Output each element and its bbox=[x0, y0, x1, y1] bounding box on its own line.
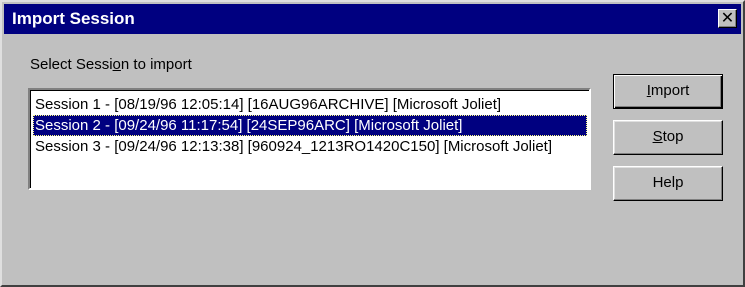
select-session-label-end: n to import bbox=[120, 56, 192, 73]
import-button-label: mport bbox=[650, 82, 690, 99]
session-listbox[interactable]: Session 1 - [08/19/96 12:05:14] [16AUG96… bbox=[28, 88, 591, 190]
import-session-dialog: Import Session ✕ Select Session to impor… bbox=[0, 0, 745, 287]
help-button-label: Help bbox=[652, 174, 684, 191]
session-list: Session 1 - [08/19/96 12:05:14] [16AUG96… bbox=[33, 94, 587, 157]
import-button[interactable]: Import bbox=[613, 74, 723, 109]
dialog-title: Import Session bbox=[12, 9, 135, 28]
close-button[interactable]: ✕ bbox=[718, 9, 737, 28]
title-bar[interactable]: Import Session ✕ bbox=[4, 4, 741, 34]
stop-button-label: top bbox=[662, 128, 684, 145]
select-session-label-start: Select Sessi bbox=[30, 56, 113, 73]
help-button[interactable]: Help bbox=[613, 166, 723, 201]
session-item-1[interactable]: Session 1 - [08/19/96 12:05:14] [16AUG96… bbox=[33, 94, 587, 115]
select-session-label: Select Session to import bbox=[30, 56, 192, 73]
select-session-label-mnemonic: o bbox=[112, 56, 121, 73]
session-item-3[interactable]: Session 3 - [09/24/96 12:13:38] [960924_… bbox=[33, 136, 587, 157]
session-item-2[interactable]: Session 2 - [09/24/96 11:17:54] [24SEP96… bbox=[33, 115, 587, 136]
stop-button-mnemonic: S bbox=[652, 128, 663, 145]
close-icon: ✕ bbox=[720, 8, 735, 27]
stop-button[interactable]: Stop bbox=[613, 120, 723, 155]
